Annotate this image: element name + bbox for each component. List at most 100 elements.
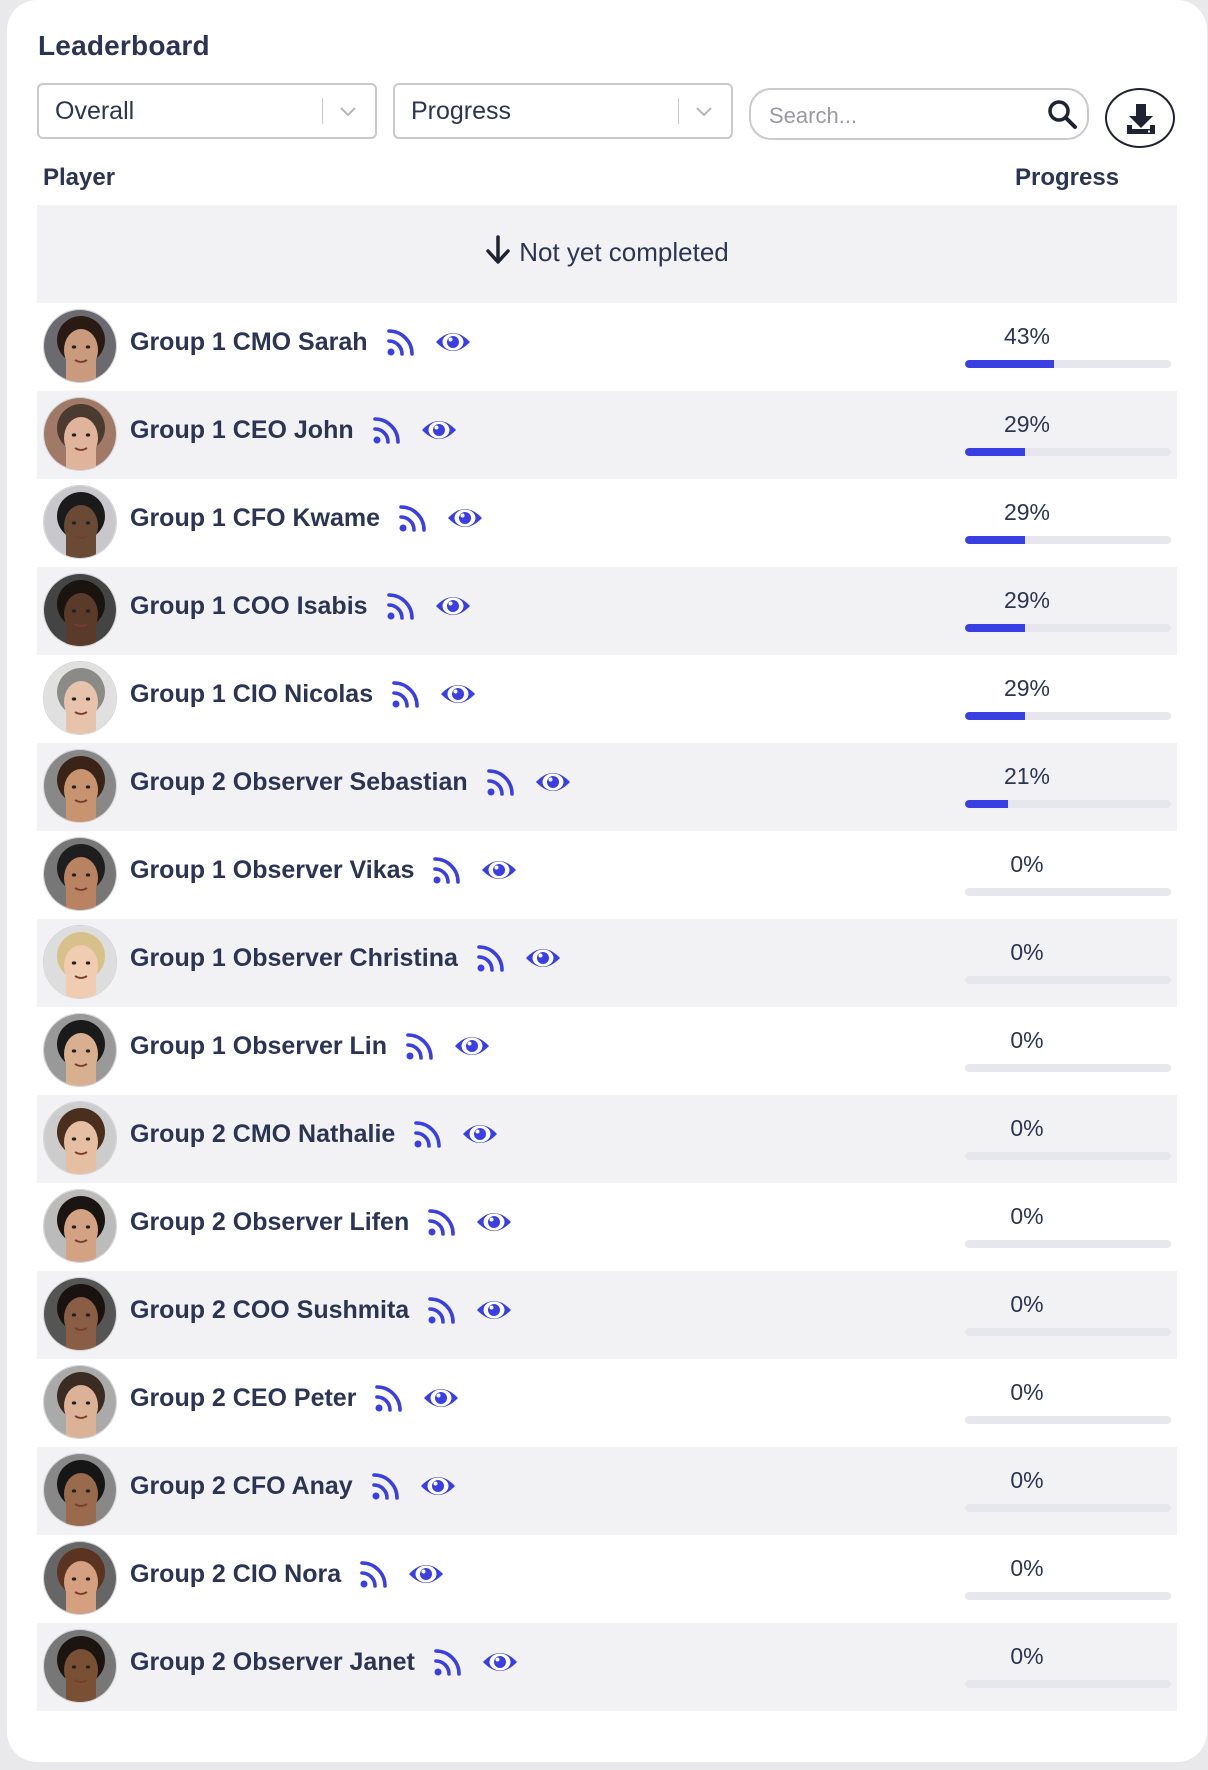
player-name[interactable]: Group 2 Observer Lifen (130, 1208, 409, 1237)
rss-icon[interactable] (405, 1031, 435, 1061)
player-name[interactable]: Group 1 CFO Kwame (130, 504, 380, 533)
group-header-not-completed[interactable]: Not yet completed (37, 205, 1177, 303)
progress-bar-fill (965, 536, 1025, 544)
eye-icon[interactable] (524, 944, 562, 972)
search-box[interactable] (749, 88, 1089, 140)
group-header-label: Not yet completed (519, 237, 729, 267)
search-icon[interactable] (1045, 97, 1079, 131)
column-header-player[interactable]: Player (43, 164, 115, 192)
rss-icon[interactable] (386, 327, 416, 357)
player-name-cell: Group 1 CEO John (130, 415, 458, 445)
player-list: Group 1 CMO Sarah 43% Group 1 CEO John 29% G… (37, 303, 1177, 1711)
progress-percent: 0% (1010, 1555, 1044, 1581)
rss-icon[interactable] (371, 1471, 401, 1501)
sort-select[interactable]: Progress (393, 83, 733, 139)
eye-icon[interactable] (434, 328, 472, 356)
progress-percent: 21% (1003, 763, 1051, 789)
table-row[interactable]: Group 1 CEO John 29% (37, 391, 1177, 479)
progress-percent: 0% (1010, 1291, 1044, 1317)
table-row[interactable]: Group 1 COO Isabis 29% (37, 567, 1177, 655)
player-name[interactable]: Group 2 Observer Sebastian (130, 768, 468, 797)
rss-icon[interactable] (359, 1559, 389, 1589)
player-name[interactable]: Group 1 COO Isabis (130, 592, 368, 621)
table-row[interactable]: Group 2 CMO Nathalie 0% (37, 1095, 1177, 1183)
player-name-cell: Group 2 CIO Nora (130, 1559, 445, 1589)
avatar (43, 925, 117, 999)
rss-icon[interactable] (432, 855, 462, 885)
progress-percent: 0% (1010, 1115, 1044, 1141)
download-button[interactable] (1105, 88, 1175, 148)
rss-icon[interactable] (374, 1383, 404, 1413)
eye-icon[interactable] (407, 1560, 445, 1588)
progress-bar (965, 888, 1171, 896)
column-header-progress[interactable]: Progress (1015, 164, 1119, 192)
eye-icon[interactable] (475, 1296, 513, 1324)
rss-icon[interactable] (413, 1119, 443, 1149)
player-name[interactable]: Group 2 CFO Anay (130, 1472, 353, 1501)
table-row[interactable]: Group 2 CIO Nora 0% (37, 1535, 1177, 1623)
player-name-cell: Group 2 Observer Janet (130, 1647, 519, 1677)
rss-icon[interactable] (386, 591, 416, 621)
player-name-cell: Group 1 Observer Vikas (130, 855, 518, 885)
player-name[interactable]: Group 2 CMO Nathalie (130, 1120, 395, 1149)
table-row[interactable]: Group 2 CFO Anay 0% (37, 1447, 1177, 1535)
chevron-down-icon[interactable] (337, 100, 359, 122)
player-name[interactable]: Group 1 Observer Christina (130, 944, 458, 973)
progress-percent: 0% (1010, 1203, 1044, 1229)
table-row[interactable]: Group 2 Observer Lifen 0% (37, 1183, 1177, 1271)
eye-icon[interactable] (481, 1648, 519, 1676)
rss-icon[interactable] (398, 503, 428, 533)
eye-icon[interactable] (439, 680, 477, 708)
rss-icon[interactable] (486, 767, 516, 797)
avatar (43, 309, 117, 383)
eye-icon[interactable] (419, 1472, 457, 1500)
player-name[interactable]: Group 2 CEO Peter (130, 1384, 356, 1413)
avatar (43, 397, 117, 471)
rss-icon[interactable] (476, 943, 506, 973)
player-name[interactable]: Group 2 CIO Nora (130, 1560, 341, 1589)
player-name[interactable]: Group 2 Observer Janet (130, 1648, 415, 1677)
table-row[interactable]: Group 2 CEO Peter 0% (37, 1359, 1177, 1447)
table-row[interactable]: Group 1 CMO Sarah 43% (37, 303, 1177, 391)
progress-percent: 29% (1003, 499, 1051, 525)
table-row[interactable]: Group 1 Observer Lin 0% (37, 1007, 1177, 1095)
eye-icon[interactable] (461, 1120, 499, 1148)
progress-bar (965, 536, 1171, 544)
player-name[interactable]: Group 1 Observer Vikas (130, 856, 414, 885)
table-row[interactable]: Group 1 CFO Kwame 29% (37, 479, 1177, 567)
progress-percent: 29% (1003, 411, 1051, 437)
table-row[interactable]: Group 2 COO Sushmita 0% (37, 1271, 1177, 1359)
progress-bar (965, 1152, 1171, 1160)
eye-icon[interactable] (434, 592, 472, 620)
progress-bar-fill (965, 624, 1025, 632)
player-name[interactable]: Group 2 COO Sushmita (130, 1296, 409, 1325)
rss-icon[interactable] (372, 415, 402, 445)
rss-icon[interactable] (433, 1647, 463, 1677)
avatar (43, 661, 117, 735)
eye-icon[interactable] (422, 1384, 460, 1412)
avatar (43, 1453, 117, 1527)
eye-icon[interactable] (446, 504, 484, 532)
search-input[interactable] (767, 98, 1041, 134)
player-name[interactable]: Group 1 CIO Nicolas (130, 680, 373, 709)
table-row[interactable]: Group 1 Observer Vikas 0% (37, 831, 1177, 919)
eye-icon[interactable] (475, 1208, 513, 1236)
table-row[interactable]: Group 1 CIO Nicolas 29% (37, 655, 1177, 743)
avatar (43, 1101, 117, 1175)
rss-icon[interactable] (391, 679, 421, 709)
eye-icon[interactable] (420, 416, 458, 444)
table-row[interactable]: Group 1 Observer Christina 0% (37, 919, 1177, 1007)
player-name[interactable]: Group 1 CMO Sarah (130, 328, 368, 357)
table-row[interactable]: Group 2 Observer Sebastian 21% (37, 743, 1177, 831)
table-row[interactable]: Group 2 Observer Janet 0% (37, 1623, 1177, 1711)
scope-select[interactable]: Overall (37, 83, 377, 139)
eye-icon[interactable] (534, 768, 572, 796)
avatar (43, 1277, 117, 1351)
rss-icon[interactable] (427, 1207, 457, 1237)
eye-icon[interactable] (480, 856, 518, 884)
eye-icon[interactable] (453, 1032, 491, 1060)
chevron-down-icon[interactable] (693, 100, 715, 122)
rss-icon[interactable] (427, 1295, 457, 1325)
player-name[interactable]: Group 1 Observer Lin (130, 1032, 387, 1061)
player-name[interactable]: Group 1 CEO John (130, 416, 354, 445)
